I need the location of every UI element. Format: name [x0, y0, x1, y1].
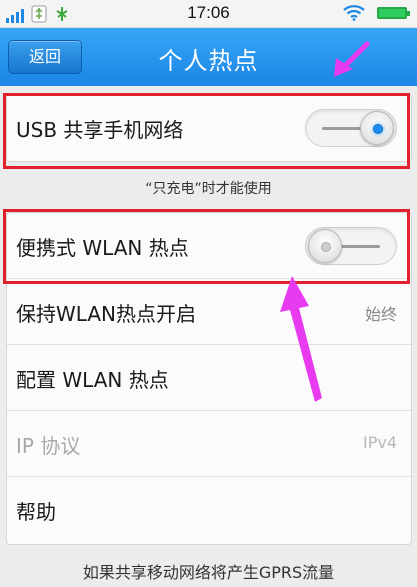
arrow-to-header: [334, 41, 370, 77]
arrow-to-hotspot-toggle: [280, 276, 322, 402]
annotation-layer: [280, 41, 370, 402]
